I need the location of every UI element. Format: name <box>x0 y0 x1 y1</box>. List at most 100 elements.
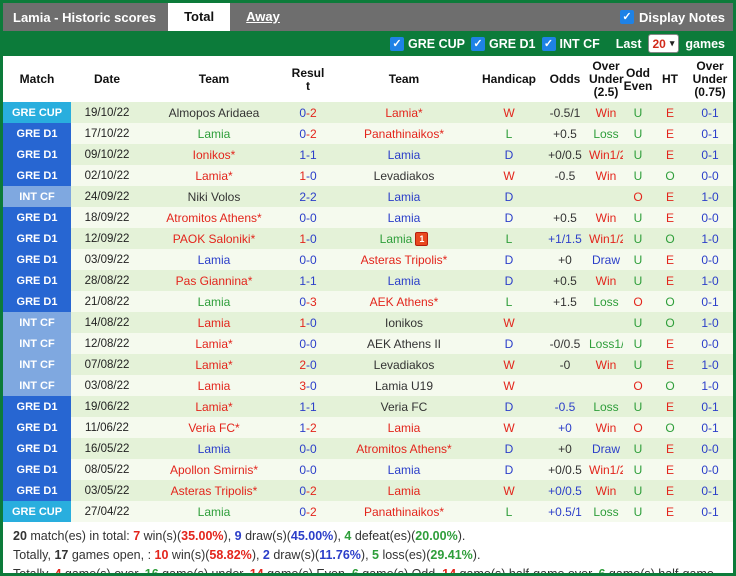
handicap: +0/0.5 <box>548 483 582 498</box>
column-header: Team <box>143 56 285 102</box>
away-team: AEK Athens* <box>369 294 439 309</box>
score: 1-0 <box>299 168 317 183</box>
match-date: 24/09/22 <box>84 190 130 203</box>
match-row: GRE CUP 27/04/22 Lamia 0-2 Panathinaikos* L +0… <box>3 501 733 522</box>
filter-gre-d1[interactable]: ✓ GRE D1 <box>470 36 536 51</box>
result: L <box>505 504 513 519</box>
match-date: 09/10/22 <box>84 148 130 161</box>
ht-score: 0-1 <box>701 105 719 120</box>
gre-cup-checkbox-icon[interactable]: ✓ <box>390 36 405 51</box>
handicap <box>541 312 589 333</box>
last-games-select[interactable]: 20 ▾ <box>647 34 680 53</box>
ht-score: 0-0 <box>701 210 719 225</box>
filter-gre-cup[interactable]: ✓ GRE CUP <box>390 36 465 51</box>
ht-score: 0-0 <box>701 168 719 183</box>
match-competition: GRE D1 <box>3 270 71 291</box>
result: W <box>503 420 515 435</box>
away-team: Lamia <box>387 483 421 498</box>
result: D <box>504 336 514 351</box>
odd-even: E <box>665 357 674 372</box>
match-row: GRE D1 11/06/22 Veria FC* 1-2 Lamia W +0 Win O O 0… <box>3 417 733 438</box>
odds <box>589 186 623 207</box>
match-row: GRE D1 16/05/22 Lamia 0-0 Atromitos Athens* D… <box>3 438 733 459</box>
home-team: Pas Giannina* <box>175 273 253 288</box>
handicap: +0.5 <box>553 273 577 288</box>
home-team: Niki Volos <box>187 189 241 204</box>
odds: Win <box>595 420 617 435</box>
away-team: Panathinaikos* <box>363 126 445 141</box>
home-team: Lamia <box>197 378 231 393</box>
home-team: Lamia <box>197 252 231 267</box>
int-cf-checkbox-icon[interactable]: ✓ <box>541 36 556 51</box>
handicap: +1.5 <box>553 294 577 309</box>
odds: Loss <box>593 399 619 414</box>
odds: Loss1/2 <box>589 336 623 351</box>
last-label: Last <box>615 36 642 51</box>
over-under-2-5: U <box>633 504 643 519</box>
home-team: Lamia <box>197 441 231 456</box>
handicap: -0.5/1 <box>549 105 581 120</box>
match-competition: GRE D1 <box>3 165 71 186</box>
over-under-2-5: U <box>633 126 643 141</box>
home-team: Lamia* <box>195 336 233 351</box>
over-under-2-5: U <box>633 252 643 267</box>
result: D <box>504 273 514 288</box>
odd-even: E <box>665 462 674 477</box>
result: D <box>504 210 514 225</box>
tab-away[interactable]: Away <box>230 3 296 31</box>
handicap: -0/0.5 <box>549 336 581 351</box>
home-team: Apollon Smirnis* <box>169 462 259 477</box>
handicap: -0.5 <box>554 168 576 183</box>
home-team: Asteras Tripolis* <box>170 483 258 498</box>
score: 1-1 <box>299 273 317 288</box>
table-header-row: Match Date Team Resul t Team Handicap Odds Over… <box>3 56 733 102</box>
display-notes-toggle[interactable]: ✓ Display Notes <box>620 10 733 25</box>
match-date: 12/08/22 <box>84 337 130 350</box>
home-team: Ionikos* <box>192 147 236 162</box>
match-row: INT CF03/08/22Lamia3-0Lamia U19WOO1-0O <box>3 375 733 396</box>
away-team: Lamia <box>387 273 421 288</box>
column-header: Over Under (2.5) <box>589 56 624 102</box>
away-team: Lamia* <box>385 105 423 120</box>
result: W <box>503 315 515 330</box>
away-team: Levadiakos <box>373 168 435 183</box>
score: 2-0 <box>299 357 317 372</box>
ht-score: 0-1 <box>701 399 719 414</box>
match-date: 21/08/22 <box>84 295 130 308</box>
match-competition: GRE CUP <box>3 102 71 123</box>
red-card-icon: 1 <box>415 231 429 246</box>
gre-d1-checkbox-icon[interactable]: ✓ <box>470 36 485 51</box>
match-competition: INT CF <box>3 312 71 333</box>
odds: Win1/2 <box>589 462 623 477</box>
filter-int-cf[interactable]: ✓ INT CF <box>541 36 600 51</box>
column-header: Handicap <box>477 56 541 102</box>
over-under-2-5: U <box>633 462 643 477</box>
match-date: 03/05/22 <box>84 484 130 497</box>
display-notes-checkbox-icon[interactable]: ✓ <box>620 10 635 24</box>
ht-score: 0-0 <box>701 441 719 456</box>
ht-score: 0-1 <box>701 420 719 435</box>
handicap <box>541 186 589 207</box>
handicap: +0.5 <box>553 126 577 141</box>
odd-even: E <box>665 441 674 456</box>
ht-score: 1-0 <box>701 273 719 288</box>
odd-even: O <box>665 294 675 309</box>
column-header: HT <box>653 56 687 102</box>
filter-bar: ✓ GRE CUP ✓ GRE D1 ✓ INT CF Last 20 ▾ ga… <box>3 31 733 56</box>
match-competition: GRE D1 <box>3 228 71 249</box>
home-team: Lamia <box>197 126 231 141</box>
display-notes-label: Display Notes <box>639 9 725 25</box>
score: 0-2 <box>299 105 317 120</box>
ht-score: 1-0 <box>701 315 719 330</box>
score: 1-2 <box>299 420 317 435</box>
column-header: Date <box>71 56 143 102</box>
over-under-2-5: U <box>633 336 643 351</box>
ht-score: 0-1 <box>701 483 719 498</box>
handicap: +0.5/1 <box>548 504 582 519</box>
odds: Loss <box>593 126 619 141</box>
away-team: Lamia <box>387 210 421 225</box>
ht-score: 0-0 <box>701 462 719 477</box>
tab-total[interactable]: Total <box>168 3 231 31</box>
over-under-2-5: U <box>633 168 643 183</box>
ht-score: 1-0 <box>701 189 719 204</box>
